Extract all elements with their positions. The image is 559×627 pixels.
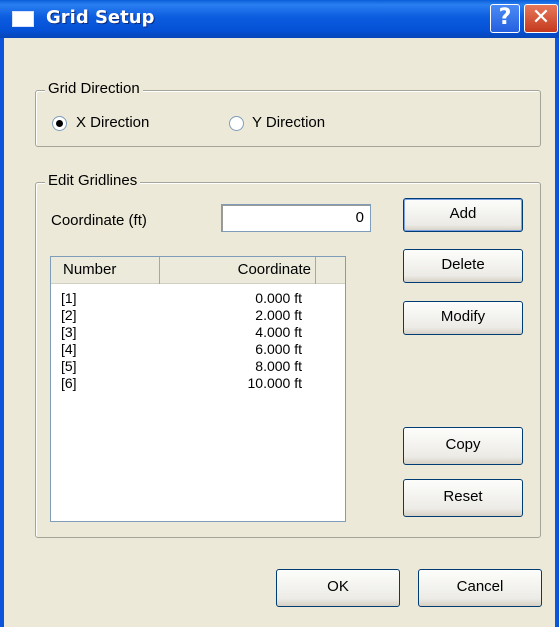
list-item[interactable]: [3] 4.000 ft: [51, 324, 315, 341]
edit-gridlines-legend: Edit Gridlines: [45, 172, 141, 189]
reset-button[interactable]: Reset: [403, 479, 523, 517]
grid-setup-dialog: Grid Setup ? ✕ Grid Direction X Directio…: [0, 0, 559, 627]
close-button[interactable]: ✕: [524, 4, 558, 33]
row-number: [4]: [61, 341, 77, 357]
row-coordinate: 4.000 ft: [255, 324, 302, 340]
modify-button[interactable]: Modify: [403, 301, 523, 335]
row-coordinate: 6.000 ft: [255, 341, 302, 357]
list-item[interactable]: [1] 0.000 ft: [51, 290, 315, 307]
column-header-coordinate[interactable]: Coordinate: [160, 257, 316, 284]
list-item[interactable]: [2] 2.000 ft: [51, 307, 315, 324]
row-coordinate: 8.000 ft: [255, 358, 302, 374]
y-direction-label[interactable]: Y Direction: [252, 114, 325, 131]
delete-button[interactable]: Delete: [403, 249, 523, 283]
copy-button[interactable]: Copy: [403, 427, 523, 465]
window-frame-left: [0, 38, 4, 627]
row-number: [3]: [61, 324, 77, 340]
window-title: Grid Setup: [46, 7, 155, 28]
window-icon: [12, 11, 34, 27]
list-header: Number Coordinate: [51, 257, 345, 284]
ok-button[interactable]: OK: [276, 569, 400, 607]
title-bar[interactable]: Grid Setup ? ✕: [0, 0, 559, 38]
row-number: [5]: [61, 358, 77, 374]
row-number: [2]: [61, 307, 77, 323]
list-item[interactable]: [4] 6.000 ft: [51, 341, 315, 358]
help-button[interactable]: ?: [490, 4, 520, 33]
list-item[interactable]: [5] 8.000 ft: [51, 358, 315, 375]
list-item[interactable]: [6] 10.000 ft: [51, 375, 315, 392]
y-direction-radio[interactable]: [229, 116, 244, 131]
x-direction-radio[interactable]: [52, 116, 67, 131]
row-coordinate: 0.000 ft: [255, 290, 302, 306]
cancel-button[interactable]: Cancel: [418, 569, 542, 607]
column-header-number[interactable]: Number: [51, 257, 160, 284]
coordinate-input[interactable]: 0: [221, 204, 371, 232]
row-coordinate: 10.000 ft: [247, 375, 303, 391]
add-button[interactable]: Add: [403, 198, 523, 232]
window-frame-right: [555, 38, 559, 627]
row-number: [1]: [61, 290, 77, 306]
row-coordinate: 2.000 ft: [255, 307, 302, 323]
x-direction-label[interactable]: X Direction: [76, 114, 149, 131]
grid-direction-legend: Grid Direction: [45, 80, 143, 97]
gridlines-list[interactable]: Number Coordinate [1] 0.000 ft [2] 2.000…: [50, 256, 346, 522]
row-number: [6]: [61, 375, 77, 391]
coordinate-label: Coordinate (ft): [51, 212, 147, 229]
